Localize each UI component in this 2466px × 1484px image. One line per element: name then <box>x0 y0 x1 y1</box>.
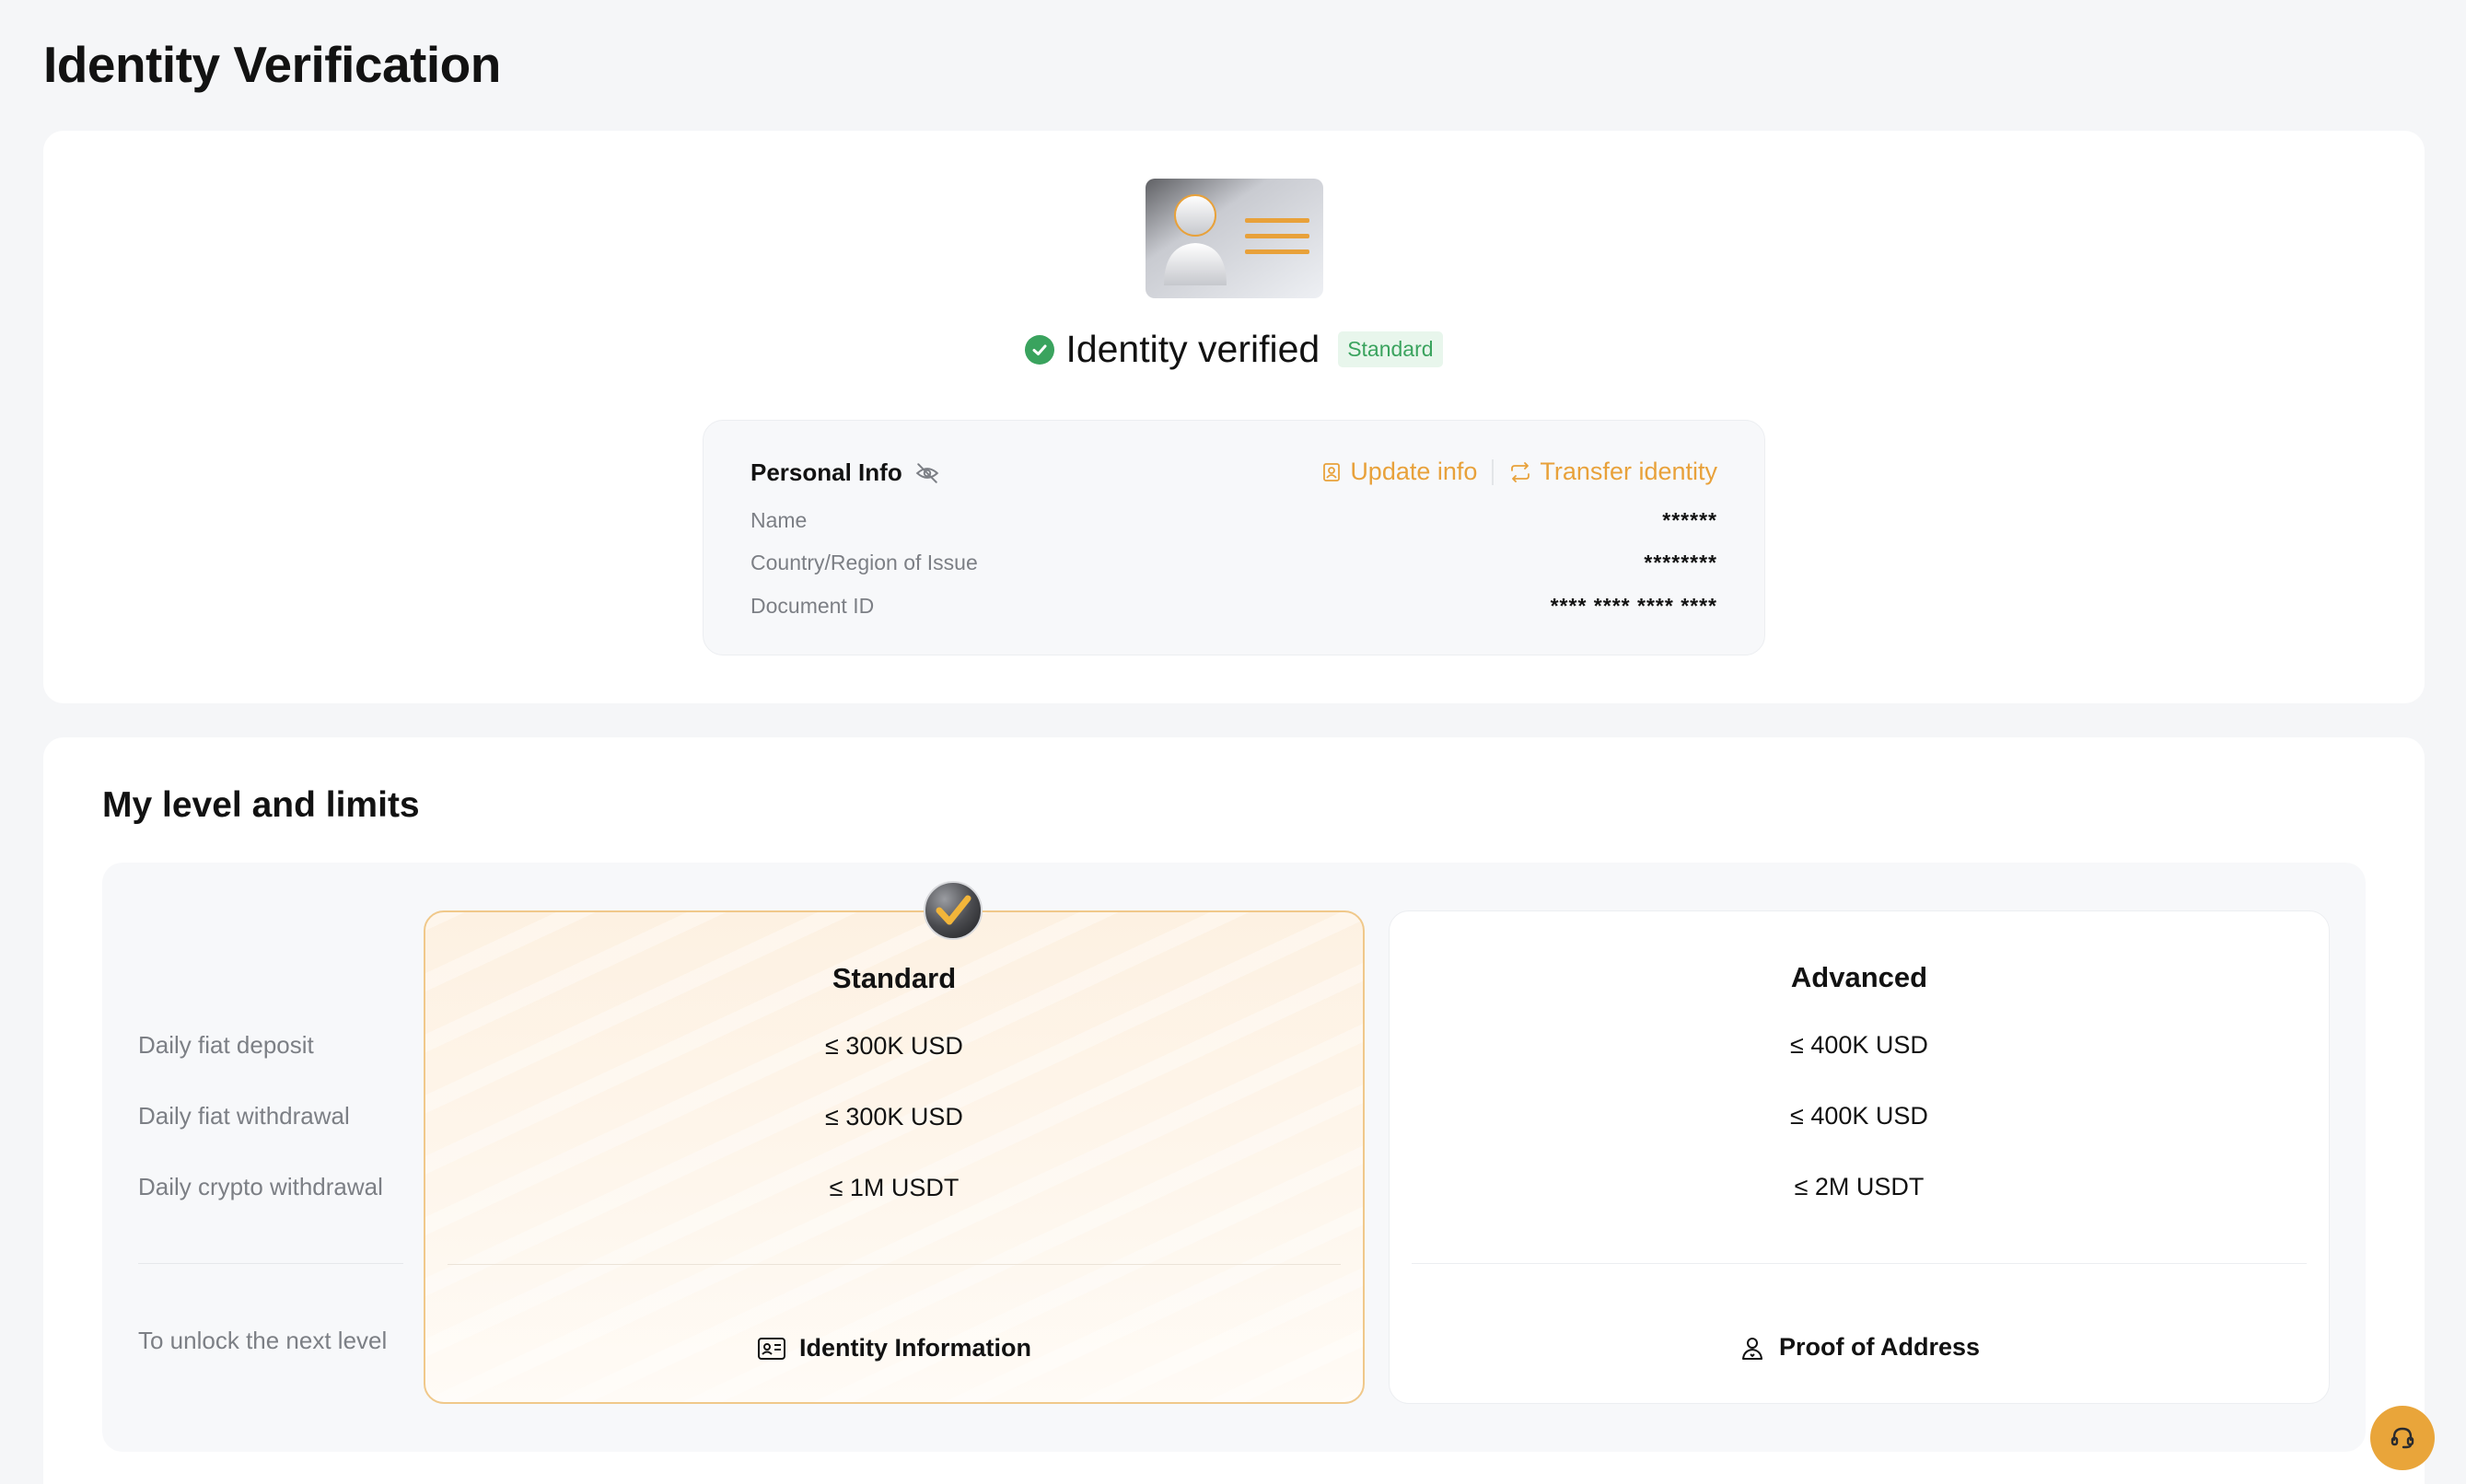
column-divider <box>448 1264 1341 1265</box>
level-column-advanced: Advanced ≤ 400K USD ≤ 400K USD ≤ 2M USDT… <box>1389 910 2330 1404</box>
row-label-crypto-withdrawal: Daily crypto withdrawal <box>138 1173 383 1200</box>
update-info-link[interactable]: Update info <box>1320 458 1477 486</box>
requirement-identity-information[interactable]: Identity Information <box>425 1334 1363 1362</box>
headset-icon <box>2389 1424 2416 1452</box>
level-badge: Standard <box>1338 331 1443 367</box>
location-user-icon <box>1739 1334 1766 1362</box>
check-circle-icon <box>1025 334 1055 365</box>
name-row: Name ****** <box>750 508 1717 533</box>
row-label-fiat-deposit: Daily fiat deposit <box>138 1031 314 1059</box>
limit-fiat-deposit: ≤ 300K USD <box>825 1032 963 1060</box>
level-name: Standard <box>832 962 957 994</box>
transfer-arrows-icon <box>1508 461 1532 483</box>
id-card-illustration <box>1146 179 1323 298</box>
limit-fiat-deposit: ≤ 400K USD <box>1790 1031 1928 1059</box>
country-label: Country/Region of Issue <box>750 551 978 574</box>
limit-fiat-withdrawal: ≤ 300K USD <box>825 1103 963 1130</box>
id-card-icon <box>757 1337 786 1361</box>
support-chat-button[interactable] <box>2370 1406 2435 1470</box>
document-id-value: **** **** **** **** <box>1550 594 1717 618</box>
levels-card: My level and limits Daily fiat deposit D… <box>43 737 2425 1484</box>
row-label-unlock: To unlock the next level <box>138 1327 388 1354</box>
limit-crypto-withdrawal: ≤ 2M USDT <box>1794 1173 1925 1200</box>
name-label: Name <box>750 508 808 532</box>
document-id-row: Document ID **** **** **** **** <box>750 594 1717 619</box>
verified-status-text: Identity verified <box>1065 328 1320 370</box>
personal-info-title: Personal Info <box>750 458 902 486</box>
requirement-label: Proof of Address <box>1778 1333 1981 1361</box>
actions-divider <box>1492 458 1495 485</box>
name-value: ****** <box>1662 508 1717 532</box>
limit-fiat-withdrawal: ≤ 400K USD <box>1790 1102 1928 1130</box>
levels-title: My level and limits <box>102 785 420 825</box>
requirement-proof-of-address[interactable]: Proof of Address <box>1390 1333 2329 1362</box>
identity-verification-page: Identity Verification Identity verified … <box>0 0 2466 1484</box>
page-title: Identity Verification <box>43 36 501 93</box>
requirement-label: Identity Information <box>799 1334 1031 1362</box>
personal-info-header: Personal Info <box>750 458 939 487</box>
level-name: Advanced <box>1790 961 1928 993</box>
personal-info-panel: Personal Info Update info Transfer ident… <box>703 420 1765 655</box>
country-value: ******** <box>1644 551 1717 574</box>
identity-card: Identity verified Standard Personal Info <box>43 131 2425 703</box>
level-column-standard: Standard ≤ 300K USD ≤ 300K USD ≤ 1M USDT <box>424 910 1365 1404</box>
verification-status: Identity verified Standard <box>43 328 2425 371</box>
labels-divider <box>138 1263 403 1264</box>
column-divider <box>1412 1263 2307 1264</box>
personal-info-actions: Update info Transfer identity <box>1320 458 1717 486</box>
transfer-identity-label: Transfer identity <box>1540 458 1717 485</box>
user-card-icon <box>1320 461 1343 483</box>
levels-panel: Daily fiat deposit Daily fiat withdrawal… <box>102 863 2366 1452</box>
document-id-label: Document ID <box>750 594 875 618</box>
limit-crypto-withdrawal: ≤ 1M USDT <box>829 1174 960 1201</box>
row-label-fiat-withdrawal: Daily fiat withdrawal <box>138 1102 350 1130</box>
current-level-check-icon <box>924 881 983 940</box>
update-info-label: Update info <box>1350 458 1478 485</box>
eye-off-icon[interactable] <box>915 461 939 485</box>
transfer-identity-link[interactable]: Transfer identity <box>1508 458 1717 486</box>
country-row: Country/Region of Issue ******** <box>750 551 1717 575</box>
